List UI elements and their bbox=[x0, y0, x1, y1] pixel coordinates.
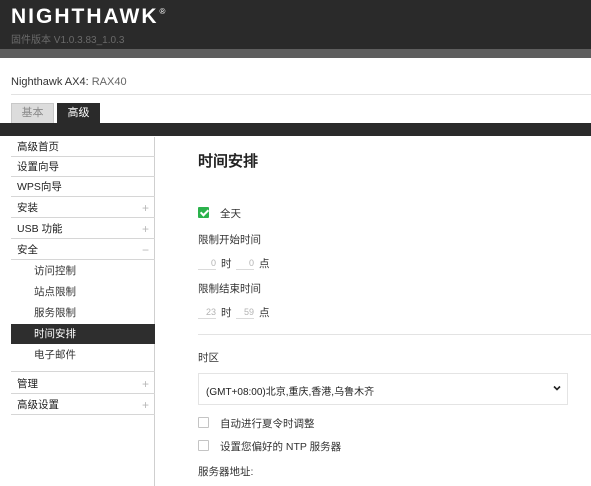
dst-label: 自动进行夏令时调整 bbox=[220, 418, 315, 430]
chevron-down-icon bbox=[553, 385, 561, 391]
device-model: Nighthawk AX4: RAX40 bbox=[11, 76, 127, 88]
sidebar-nav: 高级首页 设置向导 WPS向导 安装 + USB 功能 + 安全 − 访问控制 站点限… bbox=[11, 137, 155, 486]
brand-logo: NIGHTHAWK® bbox=[11, 5, 165, 29]
sidebar-item-label: 设置向导 bbox=[17, 161, 59, 173]
device-model-name: RAX40 bbox=[91, 76, 127, 88]
sidebar-item-advanced-home[interactable]: 高级首页 bbox=[11, 137, 155, 157]
start-hour-unit: 时 bbox=[221, 258, 232, 270]
sidebar-item-security[interactable]: 安全 − bbox=[11, 240, 155, 260]
sidebar-item-setup[interactable]: 安装 + bbox=[11, 198, 155, 218]
sidebar-item-label: 站点限制 bbox=[34, 286, 76, 298]
end-minute-unit: 点 bbox=[259, 307, 270, 319]
start-minute-unit: 点 bbox=[259, 258, 270, 270]
sidebar-item-label: 时间安排 bbox=[34, 328, 76, 340]
sidebar-item-schedule[interactable]: 时间安排 bbox=[11, 324, 155, 344]
expand-icon: + bbox=[141, 222, 149, 236]
timezone-label: 时区 bbox=[198, 352, 219, 364]
firmware-version: 固件版本 V1.0.3.83_1.0.3 bbox=[11, 35, 125, 46]
sidebar-item-label: 安装 bbox=[17, 202, 38, 214]
ntp-checkbox[interactable] bbox=[198, 440, 209, 451]
header-subbar bbox=[0, 49, 591, 58]
tab-bar bbox=[0, 123, 591, 136]
sidebar-item-wps-wizard[interactable]: WPS向导 bbox=[11, 177, 155, 197]
sidebar-item-setup-wizard[interactable]: 设置向导 bbox=[11, 157, 155, 177]
end-hour-input[interactable] bbox=[198, 305, 216, 319]
ntp-label: 设置您偏好的 NTP 服务器 bbox=[220, 441, 342, 453]
sidebar-item-admin[interactable]: 管理 + bbox=[11, 374, 155, 394]
sidebar-item-email[interactable]: 电子邮件 bbox=[11, 345, 155, 372]
sidebar-item-block-sites[interactable]: 站点限制 bbox=[11, 282, 155, 302]
sidebar-item-label: 电子邮件 bbox=[34, 349, 76, 361]
trademark-mark: ® bbox=[159, 7, 166, 16]
sidebar-item-label: 高级首页 bbox=[17, 141, 59, 153]
page-title: 时间安排 bbox=[198, 153, 259, 170]
all-day-checkbox[interactable] bbox=[198, 207, 209, 218]
sidebar-item-label: 高级设置 bbox=[17, 399, 59, 411]
dst-checkbox[interactable] bbox=[198, 417, 209, 428]
sidebar-item-label: 安全 bbox=[17, 244, 38, 256]
device-label: Nighthawk AX4: bbox=[11, 76, 89, 88]
tab-advanced[interactable]: 高级 bbox=[57, 103, 100, 123]
expand-icon: + bbox=[141, 398, 149, 412]
end-minute-input[interactable] bbox=[236, 305, 254, 319]
collapse-icon: − bbox=[141, 243, 149, 257]
expand-icon: + bbox=[141, 377, 149, 391]
sidebar-item-label: USB 功能 bbox=[17, 223, 63, 235]
timezone-select[interactable]: (GMT+08:00)北京,重庆,香港,乌鲁木齐 bbox=[198, 373, 568, 405]
sidebar-item-advanced-setup[interactable]: 高级设置 + bbox=[11, 395, 155, 415]
sidebar-item-label: WPS向导 bbox=[17, 181, 62, 193]
brand-name: NIGHTHAWK bbox=[11, 5, 159, 28]
sidebar-item-label: 服务限制 bbox=[34, 307, 76, 319]
start-minute-input[interactable] bbox=[236, 256, 254, 270]
top-header: NIGHTHAWK® 固件版本 V1.0.3.83_1.0.3 bbox=[0, 0, 591, 49]
start-hour-input[interactable] bbox=[198, 256, 216, 270]
sidebar-item-label: 访问控制 bbox=[34, 265, 76, 277]
expand-icon: + bbox=[141, 201, 149, 215]
server-address-label: 服务器地址: bbox=[198, 466, 254, 478]
sidebar-item-usb[interactable]: USB 功能 + bbox=[11, 219, 155, 239]
timezone-selected-value: (GMT+08:00)北京,重庆,香港,乌鲁木齐 bbox=[206, 387, 375, 398]
model-divider bbox=[11, 94, 591, 95]
tab-basic[interactable]: 基本 bbox=[11, 103, 54, 123]
end-hour-unit: 时 bbox=[221, 307, 232, 319]
end-time-label: 限制结束时间 bbox=[198, 283, 261, 295]
section-divider bbox=[198, 334, 591, 335]
start-time-label: 限制开始时间 bbox=[198, 234, 261, 246]
all-day-label: 全天 bbox=[220, 208, 241, 220]
sidebar-item-label: 管理 bbox=[17, 378, 38, 390]
sidebar-item-access-control[interactable]: 访问控制 bbox=[11, 261, 155, 281]
sidebar-item-block-services[interactable]: 服务限制 bbox=[11, 303, 155, 323]
